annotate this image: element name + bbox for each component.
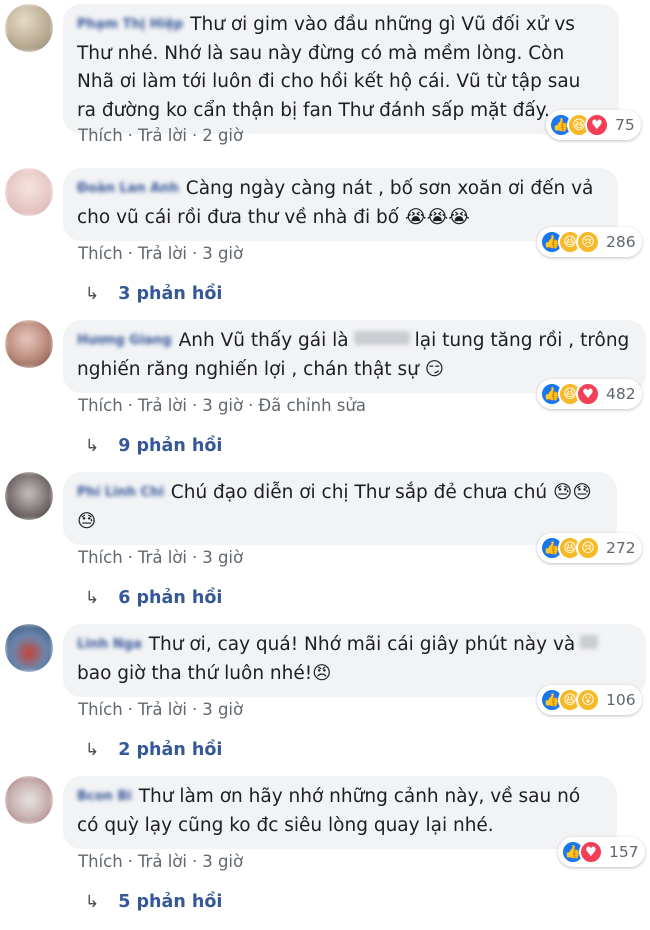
- comment-actions: Thích · Trả lời · 3 giờ: [78, 548, 244, 567]
- reply-arrow-icon: ↳: [85, 436, 100, 456]
- avatar[interactable]: [5, 472, 53, 520]
- comment-author[interactable]: Linh Nga: [77, 631, 142, 660]
- reply-arrow-icon: ↳: [85, 284, 100, 304]
- like-link[interactable]: Thích: [78, 700, 123, 719]
- comment-author[interactable]: Bcon Bi: [77, 783, 132, 812]
- comment-time[interactable]: 3 giờ: [202, 548, 243, 567]
- view-replies-link[interactable]: ↳ 9 phản hồi: [85, 436, 222, 456]
- reaction-summary[interactable]: 👍 😆 😢 286: [537, 227, 642, 257]
- comment-bubble: Đoàn Lan Anh Càng ngày càng nát , bố sơn …: [63, 168, 618, 241]
- like-link[interactable]: Thích: [78, 244, 123, 263]
- like-link[interactable]: Thích: [78, 396, 123, 415]
- reply-link[interactable]: Trả lời: [138, 396, 187, 415]
- heart-icon: ♥: [585, 113, 609, 137]
- comment-bubble: Bcon Bi Thư làm ơn hãy nhớ những cảnh này…: [63, 776, 617, 849]
- like-link[interactable]: Thích: [78, 548, 123, 567]
- redacted-text: [580, 635, 599, 649]
- comment-text: Anh Vũ thấy gái là: [178, 330, 349, 351]
- replies-count: 2 phản hồi: [118, 740, 223, 760]
- replies-count: 3 phản hồi: [118, 284, 223, 304]
- reply-arrow-icon: ↳: [85, 892, 100, 912]
- avatar[interactable]: [5, 776, 53, 824]
- heart-icon: ♥: [576, 382, 600, 406]
- avatar[interactable]: [5, 168, 53, 216]
- comment-time[interactable]: 3 giờ: [202, 396, 243, 415]
- heart-icon: ♥: [579, 840, 603, 864]
- reaction-count: 482: [606, 385, 636, 403]
- comment-bubble: Phí Linh Chi Chú đạo diễn ơi chị Thư sắp …: [63, 472, 617, 545]
- reaction-summary[interactable]: 👍 😆 😮 106: [537, 685, 642, 715]
- reaction-summary[interactable]: 👍 ♥ 157: [558, 837, 645, 867]
- comment-time[interactable]: 3 giờ: [202, 700, 243, 719]
- redacted-text: [353, 331, 410, 345]
- reply-link[interactable]: Trả lời: [138, 852, 187, 871]
- reply-link[interactable]: Trả lời: [138, 244, 187, 263]
- like-link[interactable]: Thích: [78, 852, 123, 871]
- view-replies-link[interactable]: ↳ 6 phản hồi: [85, 588, 222, 608]
- comment-author[interactable]: Hương Giang: [77, 327, 172, 356]
- comment-time[interactable]: 2 giờ: [202, 126, 243, 145]
- replies-count: 5 phản hồi: [118, 892, 223, 912]
- comment-text: Thư ơi, cay quá! Nhớ mãi cái giây phút n…: [148, 634, 576, 655]
- reply-link[interactable]: Trả lời: [138, 548, 187, 567]
- replies-count: 6 phản hồi: [118, 588, 223, 608]
- view-replies-link[interactable]: ↳ 5 phản hồi: [85, 892, 222, 912]
- avatar[interactable]: [5, 624, 53, 672]
- comment-actions: Thích · Trả lời · 3 giờ: [78, 852, 244, 871]
- comment-author[interactable]: Phí Linh Chi: [77, 479, 164, 508]
- sad-face-icon: 😢: [576, 536, 600, 560]
- comment-time[interactable]: 3 giờ: [202, 852, 243, 871]
- reaction-count: 75: [615, 116, 635, 134]
- reaction-count: 106: [606, 691, 636, 709]
- comment-author[interactable]: Phạm Thị Hiệp: [77, 11, 183, 40]
- reply-link[interactable]: Trả lời: [138, 126, 187, 145]
- comment-actions: Thích · Trả lời · 3 giờ: [78, 244, 244, 263]
- comment-actions: Thích · Trả lời · 3 giờ: [78, 700, 244, 719]
- sad-face-icon: 😢: [576, 230, 600, 254]
- reaction-count: 157: [609, 843, 639, 861]
- comment-bubble: Phạm Thị Hiệp Thư ơi gim vào đầu những gì…: [63, 4, 619, 134]
- edited-label[interactable]: Đã chỉnh sửa: [258, 396, 366, 415]
- like-link[interactable]: Thích: [78, 126, 123, 145]
- reaction-summary[interactable]: 👍 😆 ♥ 482: [537, 379, 642, 409]
- reply-arrow-icon: ↳: [85, 740, 100, 760]
- avatar[interactable]: [5, 320, 53, 368]
- comment-author[interactable]: Đoàn Lan Anh: [77, 175, 179, 204]
- reaction-summary[interactable]: 👍 😆 ♥ 75: [546, 110, 641, 140]
- view-replies-link[interactable]: ↳ 2 phản hồi: [85, 740, 222, 760]
- comment-text: Thư làm ơn hãy nhớ những cảnh này, về sa…: [77, 786, 581, 836]
- wow-face-icon: 😮: [576, 688, 600, 712]
- reply-link[interactable]: Trả lời: [138, 700, 187, 719]
- comment-actions: Thích · Trả lời · 3 giờ · Đã chỉnh sửa: [78, 396, 366, 415]
- reply-arrow-icon: ↳: [85, 588, 100, 608]
- avatar[interactable]: [5, 4, 53, 52]
- replies-count: 9 phản hồi: [118, 436, 223, 456]
- reaction-count: 272: [606, 539, 636, 557]
- comment-time[interactable]: 3 giờ: [202, 244, 243, 263]
- reaction-count: 286: [606, 233, 636, 251]
- reaction-summary[interactable]: 👍 😆 😢 272: [537, 533, 642, 563]
- comment-text: bao giờ tha thứ luôn nhé!😠: [77, 662, 332, 684]
- comment-actions: Thích · Trả lời · 2 giờ: [78, 126, 244, 145]
- view-replies-link[interactable]: ↳ 3 phản hồi: [85, 284, 222, 304]
